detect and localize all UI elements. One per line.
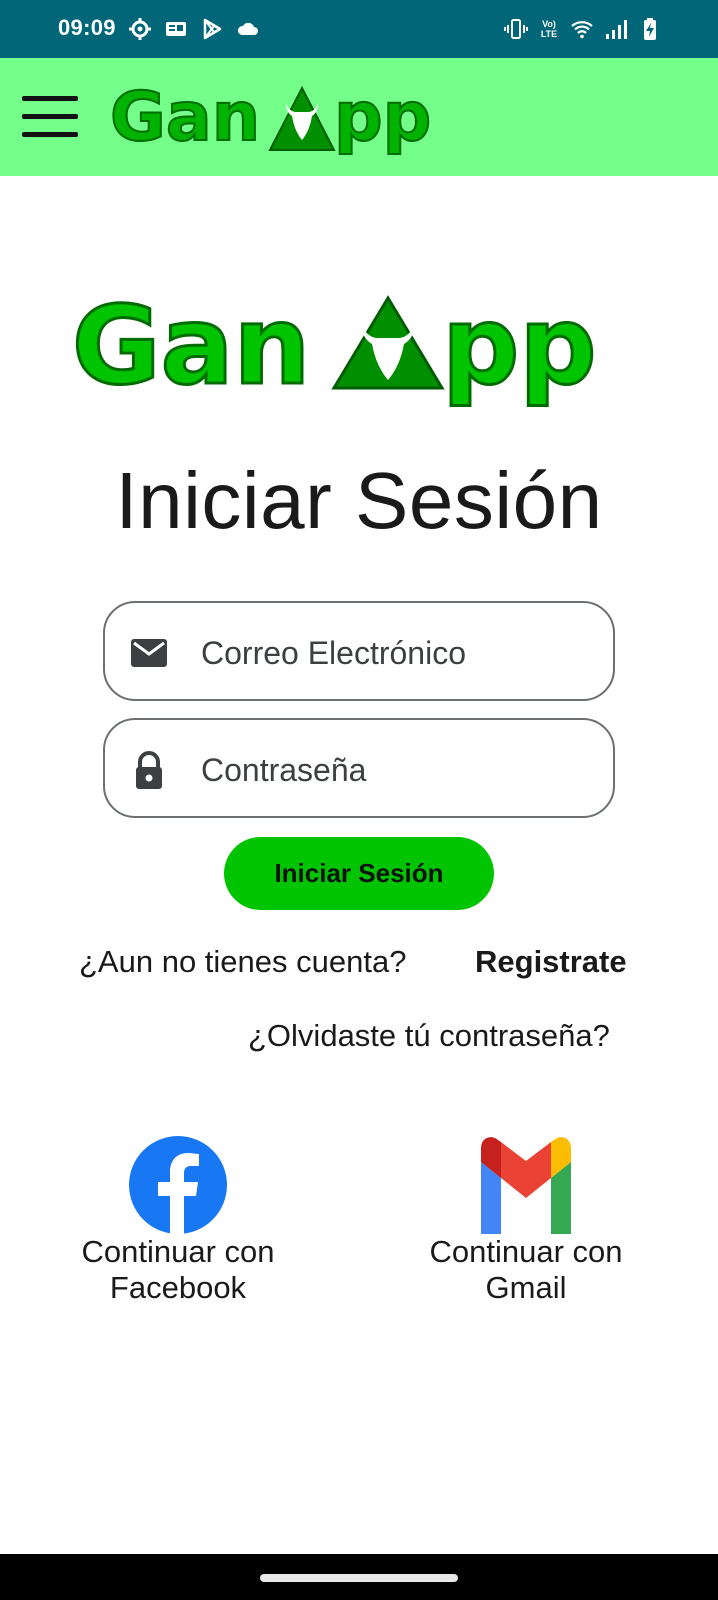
status-bar: 09:09 Vo) LTE [0,0,718,58]
email-input[interactable] [201,625,601,681]
app-bar: Gan pp [0,58,718,176]
svg-text:Gan: Gan [110,78,260,157]
volte-icon: Vo) LTE [538,19,560,39]
play-store-icon [203,18,222,40]
main-logo: Gan pp [72,288,598,411]
volte-bottom-text: LTE [540,29,558,39]
facebook-icon [129,1136,227,1234]
svg-text:Gan: Gan [72,288,310,409]
gmail-label-line1: Continuar con [429,1234,623,1269]
login-button[interactable]: Iniciar Sesión [224,837,494,910]
register-question: ¿Aun no tienes cuenta? [79,944,407,979]
wifi-icon [571,21,593,39]
continue-with-gmail-button[interactable]: Continuar con Gmail [396,1136,656,1306]
gmail-label: Continuar con Gmail [396,1234,656,1306]
svg-text:pp: pp [334,78,431,157]
lock-icon [136,751,162,789]
vibrate-icon [504,19,528,39]
system-navigation-bar [0,1554,718,1600]
news-icon [166,22,186,36]
volte-top-text: Vo) [542,19,556,29]
facebook-label-line1: Continuar con [81,1234,275,1269]
gmail-label-line2: Gmail [485,1270,567,1305]
email-icon [131,639,167,667]
facebook-label-line2: Facebook [109,1270,247,1305]
bull-triangle-icon [331,295,445,390]
gmail-icon [481,1137,571,1234]
app-bar-logo: Gan pp [110,77,432,158]
bull-triangle-icon [268,85,336,151]
battery-charging-icon [644,18,656,40]
home-gesture-handle[interactable] [260,1574,458,1582]
forgot-password-link[interactable]: ¿Olvidaste tú contraseña? [248,1018,610,1054]
facebook-label: Continuar con Facebook [48,1234,308,1306]
register-link[interactable]: Registrate [475,944,627,980]
status-right-icons: Vo) LTE [504,14,662,44]
password-input[interactable] [201,742,601,798]
signal-icon [606,20,627,39]
status-left-icons [128,16,260,42]
email-field[interactable] [103,601,615,701]
gear-icon [129,18,151,40]
continue-with-facebook-button[interactable]: Continuar con Facebook [48,1136,308,1306]
cloud-icon [237,22,258,35]
hamburger-menu-icon[interactable] [22,96,80,138]
status-time: 09:09 [58,15,116,40]
page-title: Iniciar Sesión [115,456,603,545]
svg-text:pp: pp [442,288,597,409]
password-field[interactable] [103,718,615,818]
